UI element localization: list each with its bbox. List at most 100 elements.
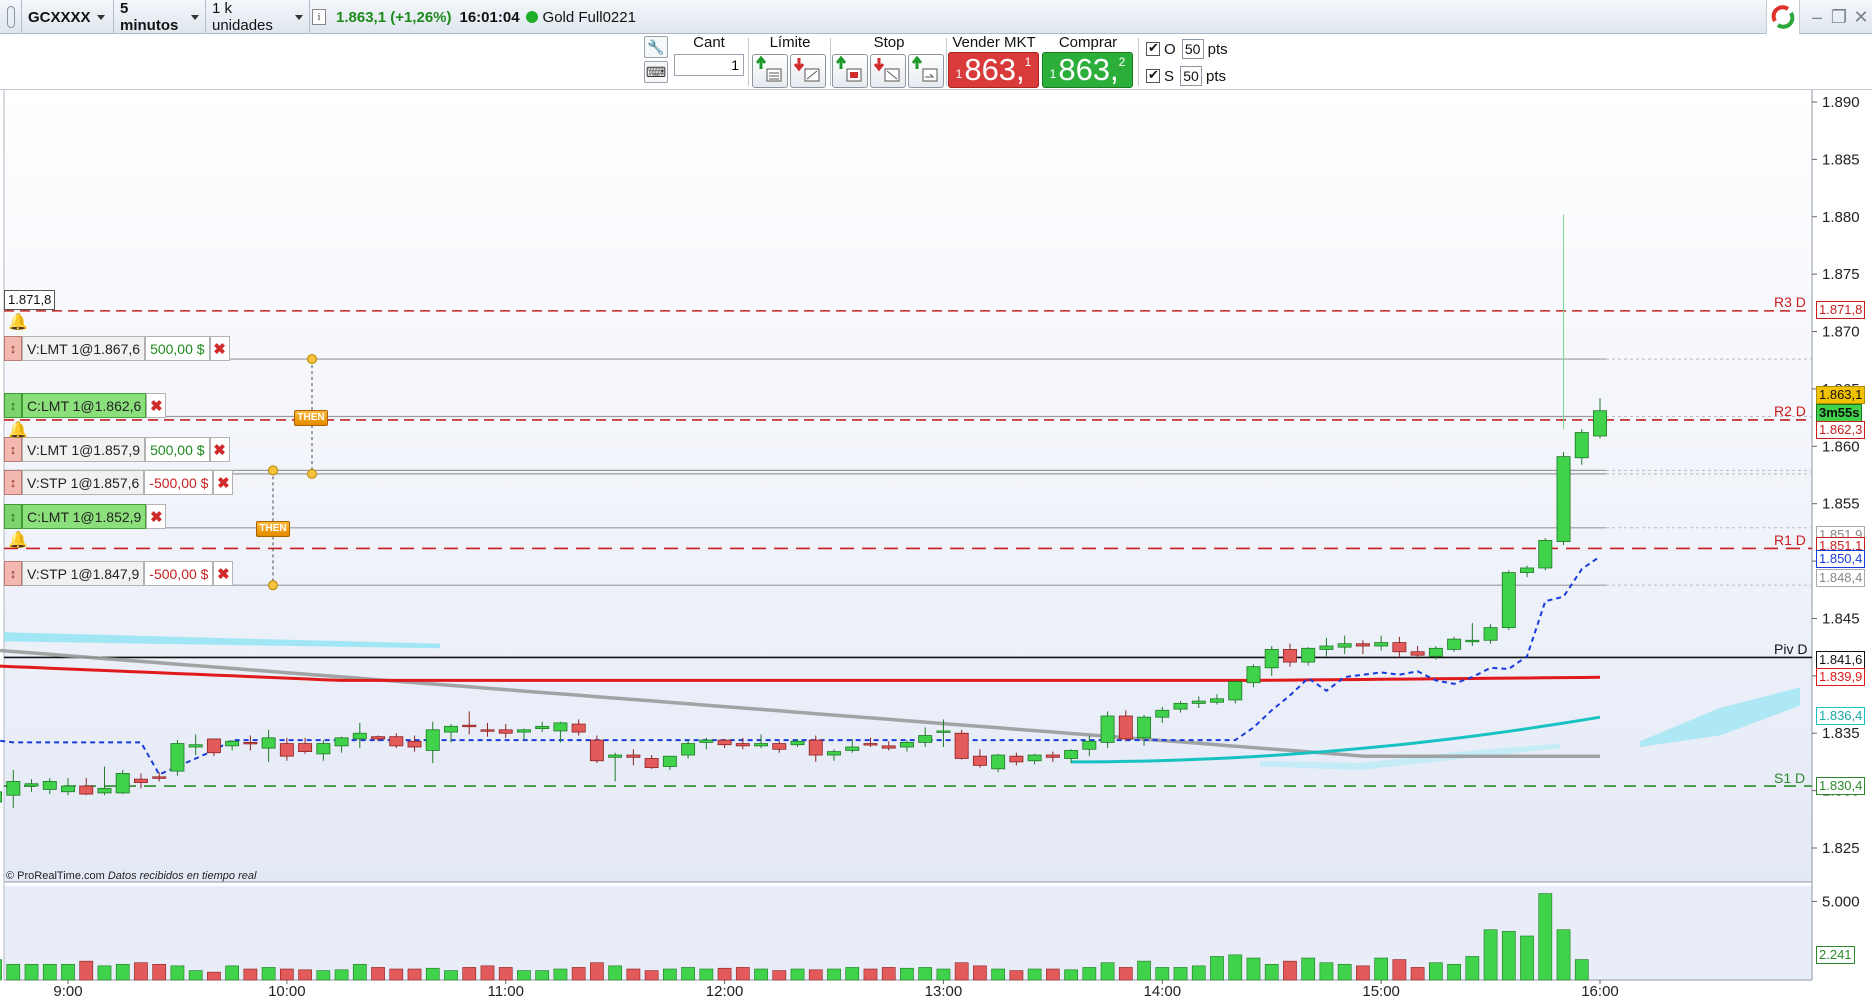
cancel-order-icon[interactable]: ✖ [213,561,234,586]
alert-bell-icon[interactable]: 🔔 [8,422,28,440]
sell-stop-button[interactable] [870,54,906,88]
sell-limit-button[interactable] [790,54,826,88]
drag-handle-icon[interactable]: ↕ [4,561,22,586]
volume-bar [170,965,185,981]
trailing-stop-button[interactable] [908,54,944,88]
cancel-order-icon[interactable]: ✖ [213,470,234,495]
info-icon[interactable]: i [312,9,326,25]
minimize-icon[interactable]: – [1806,0,1828,34]
alert-bell-icon[interactable]: 🔔 [8,532,28,550]
window-grip-icon[interactable] [0,0,22,34]
drag-handle-icon[interactable]: ↕ [4,336,22,361]
then-node [268,465,278,476]
order-label[interactable]: V:STP 1@1.857,6 [22,470,145,495]
volume-bar [371,967,385,981]
candle-body [1282,649,1297,663]
volume-bar [1210,956,1224,981]
drag-handle-icon[interactable]: ↕ [4,393,22,418]
prorealtime-logo-icon[interactable] [1766,0,1800,34]
cancel-order-icon[interactable]: ✖ [209,437,230,462]
trading-toolbar: 🔧 ⌨ Cant Límite Stop Vender MKT 1863,1 C… [0,34,1872,90]
volume-bar [808,969,823,981]
order-label[interactable]: C:LMT 1@1.852,9 [22,504,147,529]
cancel-order-icon[interactable]: ✖ [209,336,230,361]
order-tag-3[interactable]: ↕ V:LMT 1@1.857,9 500,00 $ ✖ [4,437,230,462]
objective-checkbox[interactable] [1146,40,1160,56]
stop-checkbox[interactable] [1146,67,1160,83]
flag-r2: 1.862,3 [1816,421,1866,439]
cancel-order-icon[interactable]: ✖ [146,504,167,529]
qty-input[interactable] [674,54,744,76]
order-tag-4[interactable]: ↕ V:STP 1@1.857,6 -500,00 $ ✖ [4,470,234,495]
candle-body [170,743,185,772]
x-tick-label: 14:00 [1144,983,1182,1000]
volume-bar [1319,962,1334,981]
order-label[interactable]: V:STP 1@1.847,9 [22,561,145,586]
sell-market-button[interactable]: 1 863, 1 [948,52,1039,88]
buy-price: 863, [1058,52,1119,87]
stop-row: S 50 pts [1146,64,1226,88]
volume-bar [24,963,39,981]
timeframe-dropdown[interactable]: 5 minutos [114,0,206,34]
stop-pts-input[interactable]: 50 [1180,66,1203,86]
volume-bar [1155,967,1170,981]
then-link-tag[interactable]: THEN [256,521,290,537]
volume-bar [1301,957,1316,981]
volume-bar [553,968,568,981]
objective-pts-input[interactable]: 50 [1181,39,1204,59]
candle-body [1064,750,1079,759]
volume-bar [991,968,1006,981]
candle-body [1100,715,1115,743]
order-tag-1[interactable]: ↕ V:LMT 1@1.867,6 500,00 $ ✖ [4,336,230,361]
volume-bar [1410,967,1425,981]
keyboard-icon[interactable]: ⌨ [644,61,668,83]
candle-body [681,743,696,756]
order-label[interactable]: C:LMT 1@1.862,6 [22,393,147,418]
volume-bar [480,965,495,981]
candle-body [772,743,787,750]
volume-bar [1428,962,1443,981]
candle-body [243,742,258,745]
buy-market-button[interactable]: 1 863, 2 [1042,52,1133,88]
alert-bell-icon[interactable]: 🔔 [8,314,28,332]
drag-handle-icon[interactable]: ↕ [4,470,22,495]
drag-handle-icon[interactable]: ↕ [4,437,22,462]
order-tag-6[interactable]: ↕ V:STP 1@1.847,9 -500,00 $ ✖ [4,561,234,586]
candle-body [1228,681,1243,701]
instrument-dropdown[interactable]: GCXXXX [22,0,114,34]
candle-body [371,736,386,740]
volume-bar [626,968,641,981]
flag-last-price: 1.863,1 [1816,386,1866,404]
order-tag-2[interactable]: ↕ C:LMT 1@1.862,6 ✖ [4,393,167,418]
wrench-icon[interactable]: 🔧 [644,36,668,58]
volume-bar [1556,929,1571,981]
x-tick-label: 10:00 [268,983,306,1000]
order-label[interactable]: V:LMT 1@1.867,6 [22,336,146,361]
candle-body [991,754,1006,770]
chart-area[interactable]: 1.8901.8851.8801.8751.8701.8651.8601.855… [0,90,1872,1000]
volume-bar [717,967,732,981]
candle-body [1392,642,1407,653]
order-label[interactable]: V:LMT 1@1.857,9 [22,437,146,462]
candle-body [133,778,148,783]
close-icon[interactable]: ✕ [1850,0,1872,34]
then-link-tag[interactable]: THEN [294,410,328,426]
last-price: 1.863,1 (+1,26%) [336,8,452,26]
units-dropdown[interactable]: 1 k unidades [206,0,310,34]
order-tag-5[interactable]: ↕ C:LMT 1@1.852,9 ✖ [4,504,167,529]
x-tick-label: 11:00 [487,983,523,1000]
buy-stop-button[interactable] [832,54,868,88]
cancel-order-icon[interactable]: ✖ [146,393,167,418]
restore-icon[interactable]: ❐ [1828,0,1850,34]
status-dot-icon [525,11,538,23]
candle-body [206,738,221,754]
level-label-s1: S1 D [1774,770,1806,786]
flag-pivot: 1.841,6 [1816,651,1866,669]
x-tick-label: 15:00 [1362,983,1400,1000]
buy-limit-button[interactable] [752,54,788,88]
price-chart[interactable]: 1.8901.8851.8801.8751.8701.8651.8601.855… [0,90,1872,1000]
timeframe-label: 5 minutos [120,0,179,34]
drag-handle-icon[interactable]: ↕ [4,504,22,529]
window-buttons: – ❐ ✕ [1766,0,1872,34]
instrument-info: i 1.863,1 (+1,26%) 16:01:04 Gold Full022… [312,0,636,34]
